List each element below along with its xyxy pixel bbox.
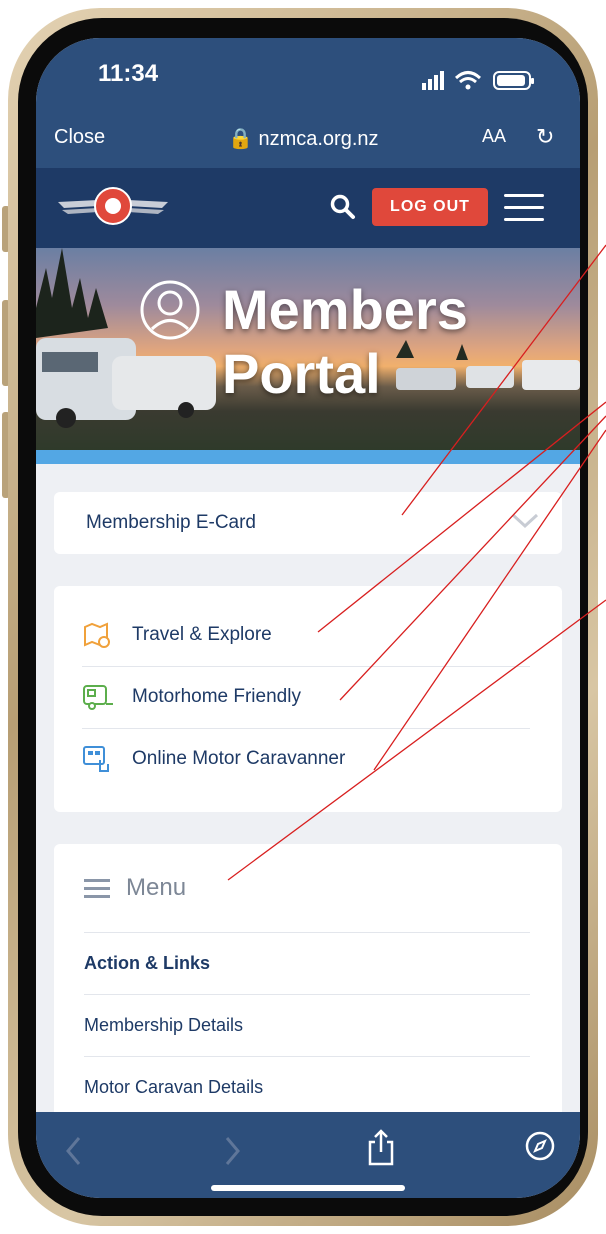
phone-screen: 11:34 Close 🔒 nzmca.org.nz AA ↻ LOG OUT … [36, 38, 580, 1198]
membership-ecard-accordion[interactable]: Membership E-Card [54, 492, 562, 554]
nzmca-logo[interactable] [54, 184, 172, 230]
address-field[interactable]: 🔒 nzmca.org.nz [228, 126, 379, 151]
map-pin-icon [84, 622, 110, 648]
reload-icon[interactable]: ↻ [536, 124, 554, 150]
page-title: Members Portal [222, 278, 468, 406]
menu-item-motor-caravan-details[interactable]: Motor Caravan Details [84, 1056, 530, 1119]
text-size-button[interactable]: AA [482, 126, 506, 147]
hero-accent-stripe [36, 450, 580, 464]
close-button[interactable]: Close [54, 126, 105, 149]
user-profile-icon [140, 280, 200, 340]
magazine-touch-icon [83, 746, 109, 772]
domain-text: nzmca.org.nz [258, 128, 379, 150]
menu-item-membership-details[interactable]: Membership Details [84, 994, 530, 1057]
lock-icon: 🔒 [228, 128, 253, 150]
compass-icon[interactable] [524, 1130, 556, 1162]
hero-banner: Members Portal [36, 248, 580, 452]
caravan-icon [83, 685, 113, 710]
menu-list-icon [84, 874, 110, 903]
quick-link-label: Travel & Explore [132, 624, 272, 645]
quick-link-label: Motorhome Friendly [132, 686, 301, 707]
menu-title: Menu [126, 874, 187, 901]
forward-icon[interactable] [222, 1134, 242, 1168]
hamburger-menu-icon[interactable] [504, 194, 544, 230]
ecard-label: Membership E-Card [86, 512, 256, 533]
status-bar: 11:34 [36, 38, 580, 118]
browser-url-bar: Close 🔒 nzmca.org.nz AA ↻ [36, 118, 580, 168]
menu-header[interactable]: Menu [84, 844, 530, 933]
title-line-2: Portal [222, 342, 381, 405]
quick-links-card: Travel & Explore Motorhome Friendly Onli… [54, 586, 562, 812]
quick-link-online-motor-caravanner[interactable]: Online Motor Caravanner [82, 728, 530, 790]
signal-icon [422, 83, 426, 90]
status-time: 11:34 [98, 60, 159, 87]
chevron-down-icon[interactable] [510, 510, 540, 530]
quick-link-travel-explore[interactable]: Travel & Explore [82, 604, 530, 667]
menu-item-action-links[interactable]: Action & Links [84, 932, 530, 995]
status-icons [422, 71, 534, 90]
search-icon[interactable] [330, 194, 356, 220]
title-line-1: Members [222, 278, 468, 341]
quick-link-motorhome-friendly[interactable]: Motorhome Friendly [82, 666, 530, 729]
logout-button[interactable]: LOG OUT [372, 188, 488, 226]
back-icon[interactable] [64, 1134, 84, 1168]
site-header: LOG OUT [36, 168, 580, 248]
quick-link-label: Online Motor Caravanner [132, 748, 346, 769]
home-indicator [211, 1185, 405, 1191]
menu-card: Menu Action & Links Membership Details M… [54, 844, 562, 1144]
share-icon[interactable] [366, 1128, 396, 1168]
